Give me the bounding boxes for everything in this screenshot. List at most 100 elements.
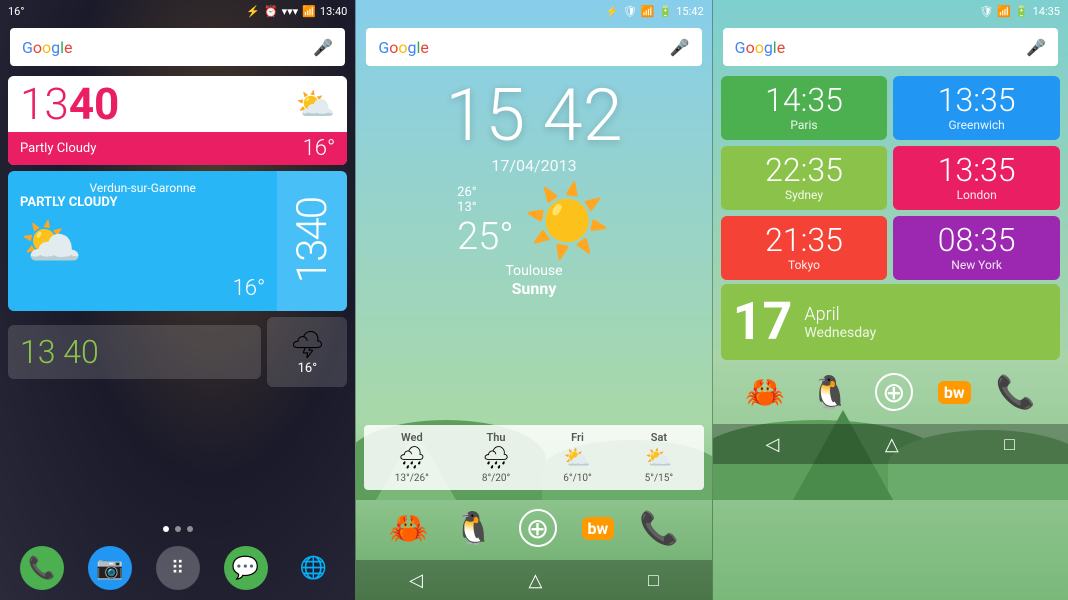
status-left-1: 16° xyxy=(8,5,24,18)
mic-icon-1[interactable]: 🎤 xyxy=(313,38,333,57)
s2-condition: Sunny xyxy=(512,279,557,298)
s2-main-temp: 25° xyxy=(457,215,514,259)
google-logo-1: Google xyxy=(22,38,73,57)
search-bar-1[interactable]: Google 🎤 xyxy=(10,28,345,66)
paris-time: 14:35 xyxy=(765,84,843,116)
weather-blue-left: Verdun-sur-Garonne PARTLY CLOUDY ⛅ 16° xyxy=(8,171,277,311)
date-widget: 17 April Wednesday xyxy=(721,284,1060,360)
search-bar-2[interactable]: Google 🎤 xyxy=(366,28,701,66)
forecast-temps-thu: 8°/20° xyxy=(482,473,510,484)
widget-small-clock: 13 40 xyxy=(8,325,261,379)
clock-london: 13:35 London xyxy=(893,146,1060,210)
clock-vertical: 1340 xyxy=(288,198,337,283)
weather-temp-strip: 16° xyxy=(303,136,336,161)
forecast-icon-fri: ⛅ xyxy=(564,446,591,471)
tokyo-name: Tokyo xyxy=(788,258,820,272)
nav-recents-2[interactable]: □ xyxy=(648,570,659,591)
nav-home-3[interactable]: △ xyxy=(885,434,899,455)
mic-icon-3[interactable]: 🎤 xyxy=(1026,38,1046,57)
nav-recents-3[interactable]: □ xyxy=(1004,434,1015,455)
paris-name: Paris xyxy=(790,118,817,132)
small-clock-time: 13 40 xyxy=(20,333,249,371)
search-bar-3[interactable]: Google 🎤 xyxy=(723,28,1058,66)
app-phone-3[interactable]: 📞 xyxy=(996,373,1036,411)
small-weather-temp: 16° xyxy=(298,361,317,376)
small-weather-icon: 🌩 xyxy=(290,328,326,361)
status-right-2: ⚡ 🛡 📶 🔋 15:42 xyxy=(605,5,703,18)
wifi-icon-2: 📶 xyxy=(641,5,655,18)
forecast-day-fri: Fri xyxy=(571,431,584,444)
forecast-fri: Fri ⛅ 6°/10° xyxy=(563,431,591,484)
nav-back-2[interactable]: ◁ xyxy=(409,570,423,591)
status-bar-1: 16° ⚡ ⏰ ▾▾▾ 📶 13:40 xyxy=(0,0,355,22)
widgets-area-1: 1340 ⛅ Partly Cloudy 16° Verdun-sur-Garo… xyxy=(0,72,355,522)
screen-1: 16° ⚡ ⏰ ▾▾▾ 📶 13:40 Google 🎤 1340 ⛅ P xyxy=(0,0,355,600)
dot-2 xyxy=(175,526,181,532)
status-right-3: 🛡 📶 🔋 14:35 xyxy=(979,5,1060,18)
dock-2: 🦀 🐧 ⊕ bw 📞 xyxy=(356,496,711,560)
battery-icon-3: 🔋 xyxy=(1015,5,1029,18)
s2-date: 17/04/2013 xyxy=(491,156,576,175)
weather-temp-main: 16° xyxy=(20,276,265,301)
app-crab-3[interactable]: 🦀 xyxy=(745,373,785,411)
forecast-icon-sat: ⛅ xyxy=(645,446,672,471)
forecast-icon-wed: 🌧 xyxy=(398,446,426,471)
screen-3: 🛡 📶 🔋 14:35 Google 🎤 14:35 Paris 13:35 G… xyxy=(712,0,1068,600)
city-clocks-grid: 14:35 Paris 13:35 Greenwich 22:35 Sydney… xyxy=(713,72,1068,284)
weather-icon-small: ⛅ xyxy=(295,85,335,123)
forecast-icon-thu: 🌧 xyxy=(482,446,510,471)
s2-high-temp: 26° xyxy=(457,185,514,200)
s2-low-temp: 13° xyxy=(457,200,514,215)
status-bar-3: 🛡 📶 🔋 14:35 xyxy=(713,0,1068,22)
mic-icon-2[interactable]: 🎤 xyxy=(670,38,690,57)
newyork-time: 08:35 xyxy=(938,224,1016,256)
weather-blue-right: 1340 xyxy=(277,171,347,311)
app-grid[interactable]: ⊕ xyxy=(519,509,557,547)
app-grid-3[interactable]: ⊕ xyxy=(875,373,913,411)
temp-indicator: 16° xyxy=(8,5,24,18)
newyork-name: New York xyxy=(951,258,1002,272)
london-time: 13:35 xyxy=(938,154,1016,186)
app-bw-3[interactable]: bw xyxy=(938,381,971,404)
dock-camera[interactable]: 📷 xyxy=(88,546,132,590)
dock-phone[interactable]: 📞 xyxy=(20,546,64,590)
status-right-1: ⚡ ⏰ ▾▾▾ 📶 13:40 xyxy=(246,5,347,18)
s2-weather-row: 26° 13° 25° ☀️ xyxy=(457,181,611,263)
forecast-temps-wed: 13°/26° xyxy=(395,473,429,484)
google-logo-3: Google xyxy=(735,38,786,57)
shield-icon-3: 🛡 xyxy=(979,5,993,18)
clock-row: 1340 ⛅ xyxy=(8,76,347,132)
forecast-wed: Wed 🌧 13°/26° xyxy=(395,431,429,484)
widget-small-weather: 🌩 16° xyxy=(267,317,347,387)
s2-temps: 26° 13° 25° xyxy=(457,185,514,259)
s2-big-time: 15 42 xyxy=(445,80,622,152)
clock-sydney: 22:35 Sydney xyxy=(721,146,888,210)
nav-back-3[interactable]: ◁ xyxy=(765,434,779,455)
dock-chrome[interactable]: 🌐 xyxy=(291,546,335,590)
dock-apps[interactable]: ⠿ xyxy=(156,546,200,590)
status-time-2: 15:42 xyxy=(676,5,703,18)
clock-newyork: 08:35 New York xyxy=(893,216,1060,280)
nav-home-2[interactable]: △ xyxy=(529,570,543,591)
app-penguin[interactable]: 🐧 xyxy=(454,509,494,547)
s2-sun-icon: ☀️ xyxy=(524,181,611,263)
app-crab[interactable]: 🦀 xyxy=(389,509,429,547)
shield-icon-2: 🛡 xyxy=(623,5,637,18)
date-detail: April Wednesday xyxy=(804,304,876,341)
app-phone-2[interactable]: 📞 xyxy=(639,509,679,547)
weather-strip: Partly Cloudy 16° xyxy=(8,132,347,165)
dock-hangouts[interactable]: 💬 xyxy=(224,546,268,590)
sydney-name: Sydney xyxy=(785,188,823,202)
wifi-icon: ▾▾▾ xyxy=(282,5,299,18)
forecast-bar: Wed 🌧 13°/26° Thu 🌧 8°/20° Fri ⛅ 6°/10° … xyxy=(364,425,703,490)
app-bw[interactable]: bw xyxy=(582,517,615,540)
wifi-icon-3: 📶 xyxy=(997,5,1011,18)
status-time-3: 14:35 xyxy=(1033,5,1060,18)
forecast-temps-fri: 6°/10° xyxy=(563,473,591,484)
app-penguin-3[interactable]: 🐧 xyxy=(810,373,850,411)
s2-main-content: 15 42 17/04/2013 26° 13° 25° ☀️ Toulouse… xyxy=(356,72,711,419)
forecast-day-wed: Wed xyxy=(401,431,423,444)
signal-icon: 📶 xyxy=(302,5,316,18)
bluetooth-icon-2: ⚡ xyxy=(605,5,619,18)
forecast-day-sat: Sat xyxy=(651,431,667,444)
